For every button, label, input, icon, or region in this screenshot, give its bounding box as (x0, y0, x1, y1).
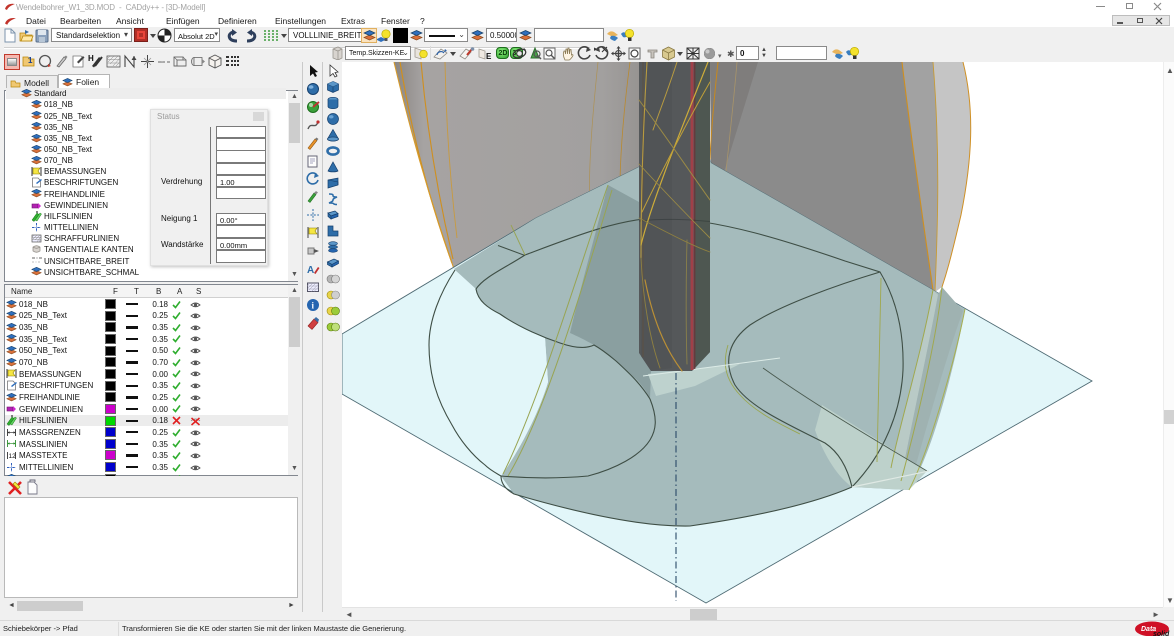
svg-text:A: A (307, 265, 314, 276)
svg-text:solid: solid (1153, 631, 1170, 636)
svg-text:12: 12 (9, 453, 17, 460)
svg-text:E: E (486, 52, 492, 60)
